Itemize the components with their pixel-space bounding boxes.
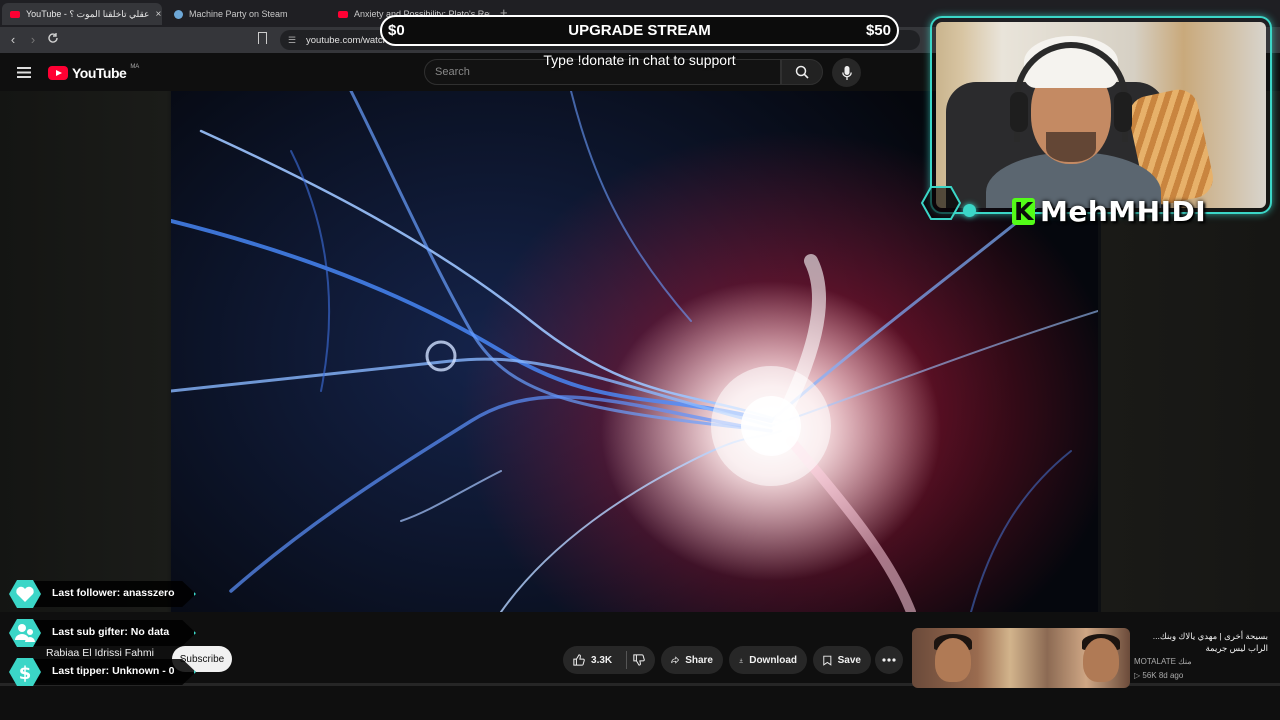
- streamer-name: MehMHIDI: [1040, 195, 1207, 228]
- steam-icon: [174, 9, 183, 19]
- save-button[interactable]: Save: [813, 646, 871, 674]
- donation-goal-bar: $0 UPGRADE STREAM $50: [380, 15, 899, 46]
- youtube-play-icon: [48, 66, 68, 80]
- youtube-icon: [10, 10, 20, 18]
- recommended-video-title[interactable]: بسيحة أخرى | مهدي يالاك وبنك... الراب لي…: [1134, 630, 1268, 654]
- download-icon: [739, 658, 743, 663]
- save-icon: [823, 655, 832, 666]
- share-icon: [671, 656, 680, 664]
- forward-icon[interactable]: ›: [25, 32, 41, 47]
- goal-target: $50: [865, 22, 891, 39]
- more-actions-button[interactable]: [875, 646, 903, 674]
- download-button[interactable]: Download: [729, 646, 807, 674]
- thumbnail-figure: [1083, 638, 1119, 682]
- dollar-icon: $: [9, 658, 41, 686]
- last-tipper-widget: $ Last tipper: Unknown - 0: [8, 657, 196, 687]
- webcam-frame: [930, 16, 1272, 214]
- save-label: Save: [837, 654, 861, 666]
- last-follower-label: Last follower: anasszero: [52, 587, 175, 599]
- menu-icon[interactable]: [17, 67, 31, 78]
- bookmark-icon[interactable]: [258, 32, 267, 44]
- youtube-wordmark: YouTube: [72, 65, 127, 81]
- goal-caption: Type !donate in chat to support: [543, 52, 736, 68]
- recommended-video-stats: ▷ 56K 8d ago: [1134, 671, 1184, 680]
- recommended-video-channel[interactable]: MOTALATE منك: [1134, 657, 1192, 666]
- last-sub-gifter-label: Last sub gifter: No data: [52, 626, 170, 638]
- site-info-icon[interactable]: ☰: [288, 35, 298, 46]
- recommended-video-thumbnail[interactable]: [912, 628, 1130, 688]
- users-icon: [9, 619, 41, 647]
- share-label: Share: [685, 654, 713, 666]
- tab-steam[interactable]: Machine Party on Steam: [166, 3, 326, 25]
- last-sub-gifter-widget: Last sub gifter: No data: [8, 618, 196, 648]
- svg-text:$: $: [19, 663, 32, 684]
- tab-youtube-video[interactable]: YouTube - عقلي تاخلقنا الموت ؟ ×: [2, 3, 162, 25]
- kick-logo-icon: [1012, 197, 1035, 226]
- close-tab-icon[interactable]: ×: [155, 9, 161, 20]
- download-label: Download: [749, 654, 797, 666]
- thumbs-up-icon: [573, 654, 585, 666]
- country-code: MA: [130, 64, 140, 70]
- thumbs-down-icon[interactable]: [633, 653, 645, 667]
- more-horizontal-icon: [882, 658, 896, 662]
- youtube-icon: [338, 10, 348, 18]
- hexagon-icon: [921, 186, 961, 220]
- like-count: 3.3K: [591, 654, 613, 666]
- goal-title: UPGRADE STREAM: [568, 22, 711, 39]
- share-button[interactable]: Share: [661, 646, 723, 674]
- thumbnail-figure: [935, 638, 971, 682]
- tab-title: YouTube - عقلي تاخلقنا الموت ؟: [26, 8, 150, 19]
- heart-icon: [9, 580, 41, 608]
- like-divider: [626, 651, 627, 669]
- last-tipper-label: Last tipper: Unknown - 0: [52, 665, 175, 677]
- youtube-logo[interactable]: YouTube MA: [48, 64, 140, 81]
- like-button[interactable]: 3.3K: [563, 646, 655, 674]
- last-follower-widget: Last follower: anasszero: [8, 579, 196, 609]
- accent-dot: [963, 204, 976, 217]
- tab-title: Machine Party on Steam: [189, 9, 288, 19]
- reload-icon[interactable]: [45, 32, 61, 47]
- back-icon[interactable]: ‹: [5, 32, 21, 47]
